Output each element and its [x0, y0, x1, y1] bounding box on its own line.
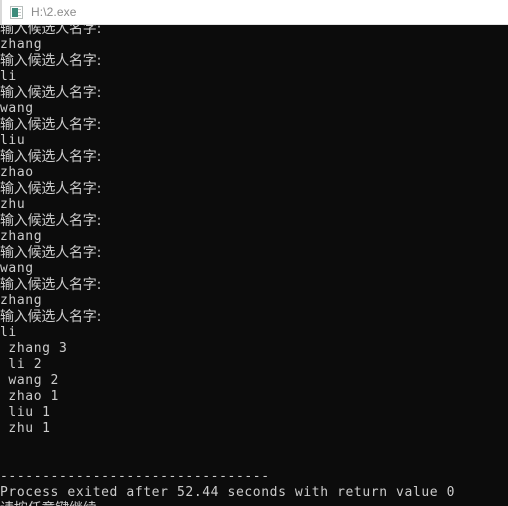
console-line-input-4: liu	[0, 133, 26, 148]
console-line-tally-5: liu 1	[0, 405, 51, 420]
console-window-icon	[10, 5, 23, 19]
console-line-input-10: li	[0, 325, 17, 340]
console-line-input-1: zhang	[0, 37, 43, 52]
console-line-input-3: wang	[0, 101, 34, 116]
console-line-input-6: zhu	[0, 197, 26, 212]
console-line-input-5: zhao	[0, 165, 34, 180]
console-line-prompt-8: 输入候选人名字:	[0, 245, 102, 261]
console-line-tally-3: wang 2	[0, 373, 59, 388]
console-line-separator: --------------------------------	[0, 469, 270, 484]
console-line-exit-line: Process exited after 52.44 seconds with …	[0, 485, 456, 500]
console-line-tally-1: zhang 3	[0, 341, 68, 356]
console-application-window: H:\2.exe 输入候选人名字: zhang 输入候选人名字: li 输入候选人名字:…	[0, 0, 508, 506]
console-line-prompt-9: 输入候选人名字:	[0, 277, 102, 293]
console-line-prompt-6: 输入候选人名字:	[0, 181, 102, 197]
console-line-prompt-7: 输入候选人名字:	[0, 213, 102, 229]
console-line-gap-2	[0, 453, 508, 469]
console-line-press-key: 请按任意键继续. . .	[0, 501, 508, 506]
console-line-input-8: wang	[0, 261, 34, 276]
console-line-prompt-10: 输入候选人名字:	[0, 309, 102, 325]
console-line-prompt-3: 输入候选人名字:	[0, 85, 102, 101]
title-bar[interactable]: H:\2.exe	[0, 0, 508, 25]
console-line-prompt-5: 输入候选人名字:	[0, 149, 102, 165]
console-line-gap-1	[0, 437, 508, 453]
console-line-list: 输入候选人名字: zhang 输入候选人名字: li 输入候选人名字: wang 输入候选人…	[0, 25, 508, 506]
console-line-tally-4: zhao 1	[0, 389, 59, 404]
console-line-input-7: zhang	[0, 229, 43, 244]
window-title: H:\2.exe	[31, 4, 77, 19]
console-line-prompt-2: 输入候选人名字:	[0, 53, 102, 69]
console-line-tally-2: li 2	[0, 357, 43, 372]
console-line-tally-6: zhu 1	[0, 421, 51, 436]
console-line-prompt-4: 输入候选人名字:	[0, 117, 102, 133]
console-line-input-9: zhang	[0, 293, 43, 308]
console-line-prompt-1: 输入候选人名字:	[0, 25, 102, 37]
console-output-area[interactable]: 输入候选人名字: zhang 输入候选人名字: li 输入候选人名字: wang 输入候选人…	[0, 25, 508, 506]
console-line-input-2: li	[0, 69, 17, 84]
